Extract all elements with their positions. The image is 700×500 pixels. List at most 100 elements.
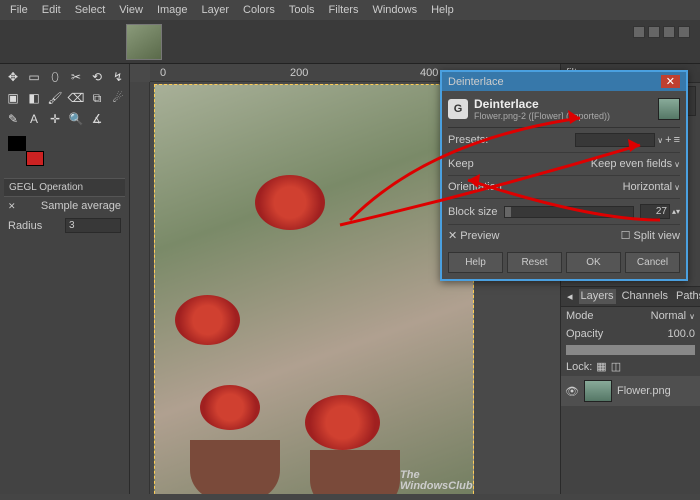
menu-layer[interactable]: Layer [202,4,230,16]
block-size-slider[interactable] [504,206,634,218]
close-icon[interactable]: ✕ [8,201,16,212]
menu-windows[interactable]: Windows [372,4,417,16]
radius-label: Radius [8,220,42,232]
dock-icon[interactable] [648,26,660,38]
tab-layers[interactable]: Layers [579,289,616,304]
presets-label: Presets: [448,134,488,146]
brush-tool-icon[interactable]: 🖌 [46,89,64,107]
panel-menu-icon[interactable]: ◂ [565,289,575,304]
cancel-button[interactable]: Cancel [625,252,680,273]
close-button[interactable]: ✕ [661,75,680,88]
orientation-dropdown[interactable]: Horizontal ∨ [623,181,680,193]
clone-tool-icon[interactable]: ⧉ [88,89,106,107]
image-tab-thumbnail[interactable] [126,24,162,60]
dialog-thumbnail [658,98,680,120]
fg-color-icon[interactable] [8,136,26,151]
canvas-image[interactable] [154,84,474,494]
menu-select[interactable]: Select [75,4,106,16]
dock-icon[interactable] [678,26,690,38]
dialog-heading: Deinterlace [474,97,610,111]
menu-file[interactable]: File [10,4,28,16]
dock-toggle-icons [633,26,690,38]
zoom-tool-icon[interactable]: 🔍 [67,110,85,128]
layer-tabs: ◂ Layers Channels Paths [561,286,700,307]
menu-filters[interactable]: Filters [329,4,359,16]
dock-icon[interactable] [633,26,645,38]
path-tool-icon[interactable]: ✎ [4,110,22,128]
split-view-label: Split view [634,230,680,242]
menu-colors[interactable]: Colors [243,4,275,16]
tab-paths[interactable]: Paths [674,289,700,304]
image-content [255,175,325,230]
opacity-slider[interactable] [566,345,695,355]
mode-label: Mode [566,310,594,322]
mode-dropdown[interactable]: Normal ∨ [651,310,695,322]
bg-color-icon[interactable] [26,151,44,166]
ok-button[interactable]: OK [566,252,621,273]
layer-name: Flower.png [617,385,671,397]
preset-menu-icon[interactable]: ≡ [674,134,680,146]
help-button[interactable]: Help [448,252,503,273]
menu-view[interactable]: View [119,4,143,16]
gegl-panel-title: GEGL Operation [4,178,125,197]
reset-button[interactable]: Reset [507,252,562,273]
block-size-input[interactable]: 27 [640,204,670,219]
rect-select-tool-icon[interactable]: ▭ [25,68,43,86]
picker-tool-icon[interactable]: ✛ [46,110,64,128]
eraser-tool-icon[interactable]: ⌫ [67,89,85,107]
warp-tool-icon[interactable]: ↯ [109,68,127,86]
dock-icon[interactable] [663,26,675,38]
image-content [305,395,380,450]
sample-average-label: Sample average [41,200,121,212]
watermark: The WindowsClub [400,470,473,492]
menu-bar: File Edit Select View Image Layer Colors… [0,0,700,20]
measure-tool-icon[interactable]: ∡ [88,110,106,128]
split-view-checkbox[interactable]: ☐ [621,230,631,242]
block-size-label: Block size [448,206,498,218]
opacity-value: 100.0 [667,328,695,340]
move-tool-icon[interactable]: ✥ [4,68,22,86]
chevron-down-icon: ∨ [674,183,680,192]
lock-pixel-icon[interactable]: ▦ [596,360,606,373]
smudge-tool-icon[interactable]: ☄ [109,89,127,107]
dialog-titlebar[interactable]: Deinterlace ✕ [442,72,686,91]
gradient-tool-icon[interactable]: ◧ [25,89,43,107]
toolbox: ✥ ▭ ⬯ ✂ ⟲ ↯ ▣ ◧ 🖌 ⌫ ⧉ ☄ ✎ A ✛ 🔍 ∡ [4,68,125,128]
preview-checkbox[interactable]: ✕ [448,230,457,242]
color-swatch[interactable] [8,136,44,166]
menu-tools[interactable]: Tools [289,4,315,16]
presets-dropdown[interactable] [575,133,655,147]
dialog-title-text: Deinterlace [448,76,504,88]
lock-alpha-icon[interactable]: ◫ [611,360,621,373]
lock-label: Lock: [566,361,592,373]
menu-image[interactable]: Image [157,4,188,16]
left-dock: ✥ ▭ ⬯ ✂ ⟲ ↯ ▣ ◧ 🖌 ⌫ ⧉ ☄ ✎ A ✛ 🔍 ∡ GEGL O… [0,64,130,494]
ruler-vertical [130,82,150,494]
image-content [310,450,400,494]
keep-dropdown[interactable]: Keep even fields ∨ [591,158,680,170]
layer-thumbnail [584,380,612,402]
transform-tool-icon[interactable]: ⟲ [88,68,106,86]
visibility-eye-icon[interactable]: 👁 [565,385,579,398]
text-tool-icon[interactable]: A [25,110,43,128]
crop-tool-icon[interactable]: ✂ [67,68,85,86]
tab-channels[interactable]: Channels [620,289,670,304]
orientation-label: Orientation [448,181,502,193]
image-tab-bar [0,20,700,64]
deinterlace-dialog: Deinterlace ✕ G Deinterlace Flower.png-2… [440,70,688,281]
gimp-logo-icon: G [448,99,468,119]
free-select-tool-icon[interactable]: ⬯ [46,68,64,86]
image-content [200,385,260,430]
layer-row[interactable]: 👁 Flower.png [561,376,700,406]
chevron-down-icon: ∨ [689,312,695,321]
bucket-tool-icon[interactable]: ▣ [4,89,22,107]
spinner-icon[interactable]: ▴▾ [672,207,680,216]
dialog-subtitle: Flower.png-2 ([Flower] (imported)) [474,111,610,121]
radius-input[interactable]: 3 [65,218,121,233]
preset-add-icon[interactable]: + [665,134,671,146]
image-content [175,295,240,345]
keep-label: Keep [448,158,474,170]
menu-help[interactable]: Help [431,4,454,16]
preview-label: Preview [460,230,499,242]
menu-edit[interactable]: Edit [42,4,61,16]
